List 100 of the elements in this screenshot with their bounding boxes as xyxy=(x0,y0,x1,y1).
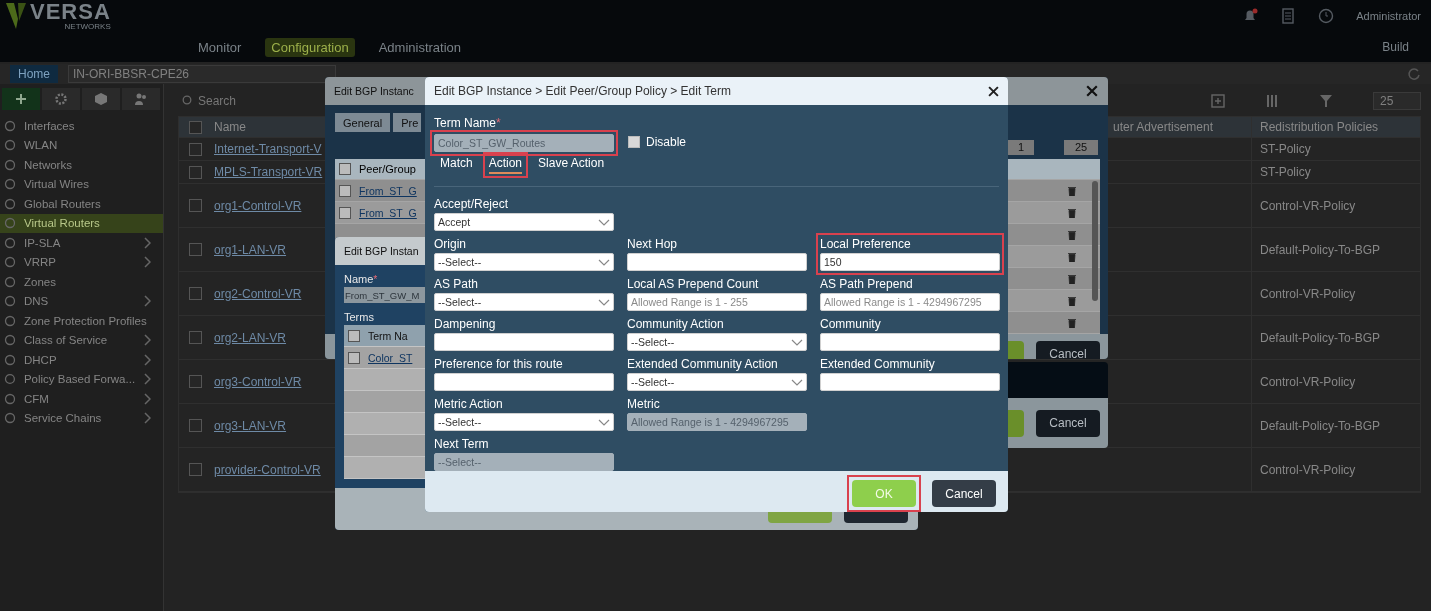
row-checkbox[interactable] xyxy=(189,419,202,432)
page-field[interactable]: 1 xyxy=(1008,140,1034,155)
nav-tab[interactable]: Administration xyxy=(372,37,468,57)
text-field[interactable] xyxy=(820,373,1000,391)
sidebar-item[interactable]: Policy Based Forwa... xyxy=(0,369,163,389)
term-link[interactable]: Color_ST xyxy=(368,351,413,364)
dialog-tab[interactable]: Slave Action xyxy=(538,156,605,174)
sidebar-item[interactable]: DHCP xyxy=(0,350,163,370)
dialog-tab[interactable]: Action xyxy=(488,156,523,174)
toolbar-button[interactable] xyxy=(2,88,40,110)
columns-icon[interactable] xyxy=(1265,94,1279,108)
text-field[interactable]: Allowed Range is 1 - 4294967295 xyxy=(820,293,1000,311)
select-field[interactable]: --Select-- xyxy=(434,293,614,311)
toolbar-button[interactable] xyxy=(42,88,80,110)
header-checkbox[interactable] xyxy=(339,163,351,175)
dialog-tab[interactable]: Match xyxy=(440,156,473,174)
table-row[interactable] xyxy=(1008,246,1100,268)
row-checkbox[interactable] xyxy=(348,351,360,364)
text-field[interactable] xyxy=(820,333,1000,351)
search-field[interactable]: Search xyxy=(198,94,258,108)
row-checkbox[interactable] xyxy=(189,165,202,179)
router-link[interactable]: provider-Control-VR xyxy=(214,462,321,477)
table-row[interactable]: From_ST_G xyxy=(335,202,425,224)
sidebar-item[interactable]: Virtual Wires xyxy=(0,174,163,194)
sidebar-item[interactable]: IP-SLA xyxy=(0,233,163,253)
row-checkbox[interactable] xyxy=(189,331,202,344)
row-checkbox[interactable] xyxy=(189,375,202,388)
router-link[interactable]: Internet-Transport-V xyxy=(214,142,322,156)
user-menu[interactable]: Administrator xyxy=(1356,10,1421,22)
sidebar-item[interactable]: WLAN xyxy=(0,135,163,155)
row-checkbox[interactable] xyxy=(189,463,202,476)
scrollbar[interactable] xyxy=(1092,181,1098,301)
checkbox[interactable] xyxy=(628,136,640,148)
trash-icon[interactable] xyxy=(1068,207,1076,218)
router-link[interactable]: org3-Control-VR xyxy=(214,374,302,389)
table-row[interactable] xyxy=(1008,202,1100,224)
header-checkbox[interactable] xyxy=(189,120,202,134)
row-checkbox[interactable] xyxy=(339,206,351,219)
trash-icon[interactable] xyxy=(1068,251,1076,262)
sidebar-item[interactable]: Zones xyxy=(0,272,163,292)
trash-icon[interactable] xyxy=(1068,317,1076,328)
document-icon[interactable] xyxy=(1280,8,1297,24)
router-link[interactable]: org1-Control-VR xyxy=(214,198,302,213)
dialog-tab[interactable]: Pre xyxy=(393,113,422,132)
select-field[interactable]: --Select-- xyxy=(627,333,807,351)
sidebar-item[interactable]: Interfaces xyxy=(0,116,163,136)
row-checkbox[interactable] xyxy=(189,142,202,156)
router-link[interactable]: org2-LAN-VR xyxy=(214,330,287,345)
dialog-tab[interactable]: General xyxy=(335,113,391,132)
router-link[interactable]: org2-Control-VR xyxy=(214,286,302,301)
sidebar-item[interactable]: Zone Protection Profiles xyxy=(0,311,163,331)
nav-tab[interactable]: Monitor xyxy=(192,37,248,57)
cancel-button[interactable]: Cancel xyxy=(1036,409,1100,437)
text-field[interactable] xyxy=(434,373,614,391)
cancel-button[interactable]: Cancel xyxy=(1036,340,1100,359)
select-field[interactable]: Accept xyxy=(434,213,614,231)
policy-link[interactable]: From_ST_G xyxy=(359,184,417,197)
sidebar-item[interactable]: Global Routers xyxy=(0,194,163,214)
close-icon[interactable] xyxy=(988,85,999,97)
home-tab[interactable]: Home xyxy=(10,65,58,83)
table-row[interactable] xyxy=(1008,290,1100,312)
refresh-icon[interactable] xyxy=(1407,67,1421,81)
sidebar-item[interactable]: DNS xyxy=(0,291,163,311)
close-icon[interactable] xyxy=(1086,85,1098,97)
router-link[interactable]: MPLS-Transport-VR xyxy=(214,165,323,179)
sidebar-item[interactable]: Virtual Routers xyxy=(0,213,163,233)
select-field[interactable]: --Select-- xyxy=(627,373,807,391)
text-field[interactable] xyxy=(434,333,614,351)
row-checkbox[interactable] xyxy=(339,184,351,197)
row-checkbox[interactable] xyxy=(189,243,202,256)
nav-tab[interactable]: Configuration xyxy=(265,37,355,57)
router-link[interactable]: org3-LAN-VR xyxy=(214,418,287,433)
row-checkbox[interactable] xyxy=(189,287,202,300)
text-field[interactable]: Allowed Range is 1 - 255 xyxy=(627,293,807,311)
filter-icon[interactable] xyxy=(1319,94,1333,108)
header-checkbox[interactable] xyxy=(348,329,360,342)
trash-icon[interactable] xyxy=(1068,229,1076,240)
sidebar-item[interactable]: CFM xyxy=(0,389,163,409)
sidebar-item[interactable]: Class of Service xyxy=(0,330,163,350)
sidebar-item[interactable]: VRRP xyxy=(0,252,163,272)
trash-icon[interactable] xyxy=(1068,273,1076,284)
sidebar-item[interactable]: Service Chains xyxy=(0,408,163,428)
router-link[interactable]: org1-LAN-VR xyxy=(214,242,287,257)
policy-link[interactable]: From_ST_G xyxy=(359,206,417,219)
sidebar-item[interactable]: Networks xyxy=(0,155,163,175)
add-icon[interactable] xyxy=(1211,94,1225,108)
select-field[interactable]: --Select-- xyxy=(434,253,614,271)
select-field[interactable]: --Select-- xyxy=(434,413,614,431)
toolbar-button[interactable] xyxy=(82,88,120,110)
trash-icon[interactable] xyxy=(1068,185,1076,196)
device-selector[interactable]: IN-ORI-BBSR-CPE26 xyxy=(68,65,336,83)
page-size-select[interactable]: 25 xyxy=(1373,92,1421,110)
text-field[interactable] xyxy=(627,253,807,271)
row-checkbox[interactable] xyxy=(189,199,202,212)
toolbar-button[interactable] xyxy=(122,88,160,110)
trash-icon[interactable] xyxy=(1068,295,1076,306)
page-size-select[interactable]: 25 xyxy=(1064,140,1098,155)
clock-icon[interactable] xyxy=(1318,8,1335,24)
text-field[interactable]: 150 xyxy=(820,253,1000,271)
cancel-button[interactable]: Cancel xyxy=(932,480,996,507)
